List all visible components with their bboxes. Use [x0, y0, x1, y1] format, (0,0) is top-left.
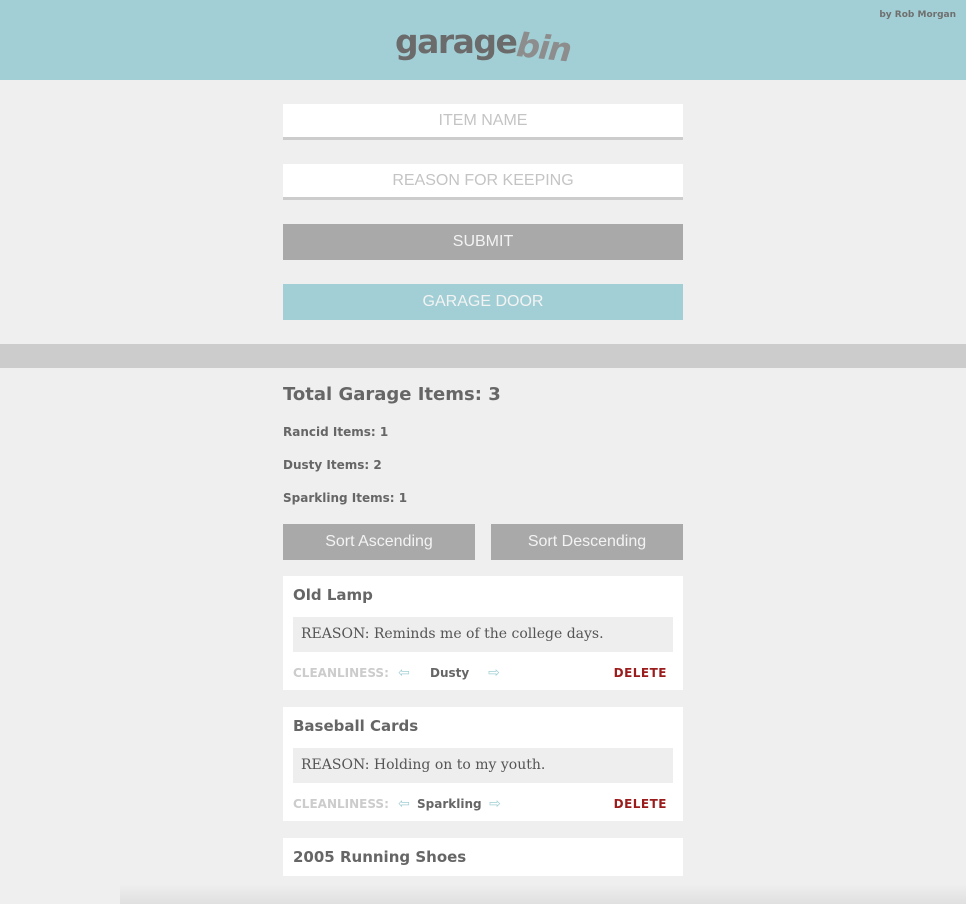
arrow-right-icon[interactable]: ⇨: [488, 793, 502, 813]
item-title: 2005 Running Shoes: [293, 848, 467, 866]
section-divider: [0, 344, 966, 368]
reason-input[interactable]: [283, 164, 683, 200]
submit-button[interactable]: SUBMIT: [283, 224, 683, 260]
delete-button[interactable]: DELETE: [614, 797, 667, 811]
cleanliness-value: Dusty: [430, 666, 470, 680]
arrow-left-icon[interactable]: ⇦: [397, 793, 411, 813]
garage-door-button[interactable]: GARAGE DOOR: [283, 284, 683, 320]
delete-button[interactable]: DELETE: [614, 666, 667, 680]
cleanliness-value: Sparkling: [417, 797, 482, 811]
header-bar: garagebin by Rob Morgan: [0, 0, 966, 80]
cleanliness-label: CLEANLINESS:: [293, 797, 389, 811]
garage-item-card: Baseball Cards REASON: Holding on to my …: [283, 707, 683, 821]
sparkling-count: Sparkling Items: 1: [283, 491, 408, 505]
arrow-left-icon[interactable]: ⇦: [397, 662, 411, 682]
rancid-count: Rancid Items: 1: [283, 425, 389, 439]
item-name-input[interactable]: [283, 104, 683, 140]
total-items-heading: Total Garage Items: 3: [283, 384, 501, 405]
app-logo: garagebin: [395, 20, 573, 70]
logo-garage-text: garage: [395, 22, 518, 61]
author-byline: by Rob Morgan: [879, 10, 956, 20]
sort-descending-button[interactable]: Sort Descending: [491, 524, 683, 560]
item-reason: REASON: Holding on to my youth.: [293, 748, 673, 783]
bottom-shadow: [120, 884, 966, 904]
garage-item-card: 2005 Running Shoes: [283, 838, 683, 876]
cleanliness-label: CLEANLINESS:: [293, 666, 389, 680]
dusty-count: Dusty Items: 2: [283, 458, 382, 472]
arrow-right-icon[interactable]: ⇨: [487, 662, 501, 682]
logo-bin-text: bin: [515, 25, 573, 70]
item-title: Baseball Cards: [293, 717, 419, 735]
sort-ascending-button[interactable]: Sort Ascending: [283, 524, 475, 560]
item-title: Old Lamp: [293, 586, 373, 604]
item-reason: REASON: Reminds me of the college days.: [293, 617, 673, 652]
garage-item-card: Old Lamp REASON: Reminds me of the colle…: [283, 576, 683, 690]
